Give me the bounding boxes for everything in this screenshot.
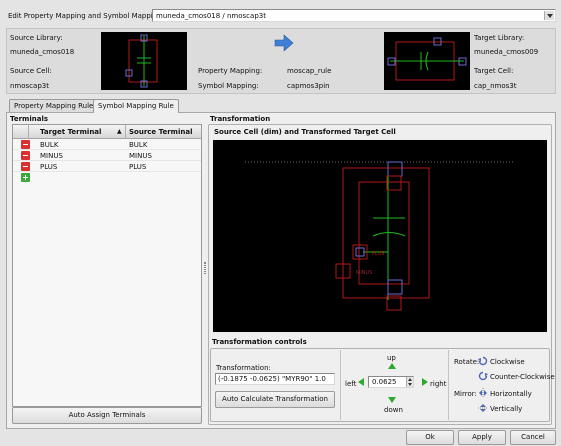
target-terminal-cell[interactable]: BULK <box>40 141 58 149</box>
auto-calculate-transformation-button[interactable]: Auto Calculate Transformation <box>215 391 335 408</box>
col-target-terminal[interactable]: Target Terminal <box>40 128 101 136</box>
mapping-selector-combo[interactable]: muneda_cmos018 / nmoscap3t <box>152 9 556 22</box>
source-cell-outline <box>128 39 158 83</box>
table-row[interactable]: PLUS PLUS <box>13 161 201 172</box>
target-library-label: Target Library: <box>474 34 525 42</box>
terminals-title: Terminals <box>10 115 49 123</box>
mirror-vertically-button[interactable]: Vertically <box>490 405 522 413</box>
source-cell-label: Source Cell: <box>10 67 52 75</box>
mirror-label: Mirror: <box>454 390 477 398</box>
mapping-selector-value: muneda_cmos018 / nmoscap3t <box>156 12 266 20</box>
source-library-label: Source Library: <box>10 34 63 42</box>
source-terminal-cell[interactable]: BULK <box>129 141 147 149</box>
capacitor-plate-bottom <box>372 232 406 237</box>
remove-row-icon[interactable] <box>21 140 30 149</box>
move-right-icon[interactable] <box>422 378 428 386</box>
chevron-down-icon <box>547 14 553 18</box>
mirror-horizontally-button[interactable]: Horizontally <box>490 390 532 398</box>
mirror-vertical-icon[interactable] <box>478 403 488 413</box>
source-terminal-cell[interactable]: PLUS <box>129 163 146 171</box>
up-label: up <box>387 354 396 362</box>
header-corner <box>13 125 29 139</box>
rotate-clockwise-icon[interactable] <box>478 356 488 366</box>
source-pin-top <box>386 175 402 191</box>
move-up-icon[interactable] <box>388 363 396 369</box>
source-cell-value: nmoscap3t <box>10 82 49 90</box>
transformation-field[interactable]: (-0.1875 -0.0625) "MYR90" 1.0 <box>215 373 335 385</box>
right-label: right <box>430 380 447 388</box>
table-row[interactable]: MINUS MINUS <box>13 150 201 161</box>
left-label: left <box>345 380 357 388</box>
down-label: down <box>384 406 403 414</box>
source-symbol-preview <box>101 32 187 90</box>
symbol-mapping-label: Symbol Mapping: <box>198 82 259 90</box>
step-value: 0.0625 <box>372 378 397 386</box>
mapping-selector-label: Edit Property Mapping and Symbol Mapping… <box>8 12 176 20</box>
minus-pin-label: MINUS <box>356 270 372 276</box>
property-mapping-value: moscap_rule <box>287 67 332 75</box>
source-library-value: muneda_cmos018 <box>10 48 75 56</box>
spin-up-icon[interactable] <box>408 378 412 381</box>
target-cell-value: cap_nmos3t <box>474 82 517 90</box>
target-terminal-cell[interactable]: PLUS <box>40 163 57 171</box>
pin-plus-inner <box>355 247 365 257</box>
symbol-mapping-value: capmos3pin <box>287 82 330 90</box>
controls-divider <box>340 350 341 420</box>
transformation-view-title: Source Cell (dim) and Transformed Target… <box>214 128 396 136</box>
target-pin-top <box>387 161 403 177</box>
target-pin-bottom <box>387 279 403 295</box>
dropdown-button[interactable] <box>544 11 554 20</box>
transformation-canvas[interactable]: PLUS MINUS <box>213 140 547 332</box>
target-terminal-cell[interactable]: MINUS <box>40 152 63 160</box>
spin-buttons[interactable] <box>406 377 413 387</box>
transformation-title: Transformation <box>210 115 271 123</box>
controls-divider <box>448 350 449 420</box>
sort-ascending-icon: ▲ <box>117 128 122 135</box>
property-mapping-label: Property Mapping: <box>198 67 263 75</box>
rotate-counter-clockwise-icon[interactable] <box>478 371 488 381</box>
rotate-clockwise-button[interactable]: Clockwise <box>490 358 525 366</box>
step-spinbox[interactable]: 0.0625 <box>368 376 414 388</box>
source-terminal-cell[interactable]: MINUS <box>129 152 152 160</box>
tab-property-mapping-rule[interactable]: Property Mapping Rule <box>9 99 99 112</box>
spin-down-icon[interactable] <box>408 383 412 386</box>
transformation-value: (-0.1875 -0.0625) "MYR90" 1.0 <box>218 375 326 383</box>
splitter-handle[interactable] <box>204 262 206 274</box>
target-cell-label: Target Cell: <box>474 67 514 75</box>
tab-symbol-mapping-rule[interactable]: Symbol Mapping Rule <box>93 99 179 113</box>
move-down-icon[interactable] <box>388 397 396 403</box>
remove-row-icon[interactable] <box>21 151 30 160</box>
mirror-horizontal-icon[interactable] <box>478 388 488 398</box>
col-source-terminal[interactable]: Source Terminal <box>129 128 192 136</box>
ok-button[interactable]: Ok <box>406 430 454 445</box>
transformation-controls-title: Transformation controls <box>212 338 307 346</box>
header-divider <box>125 125 126 139</box>
plus-pin-label: PLUS <box>372 251 384 257</box>
rotate-counter-clockwise-button[interactable]: Counter-Clockwise <box>490 373 555 381</box>
transformation-field-label: Transformation: <box>216 364 271 372</box>
terminals-table[interactable]: Target Terminal ▲ Source Terminal BULK B… <box>12 124 202 407</box>
target-library-value: muneda_cmos009 <box>474 48 539 56</box>
cancel-button[interactable]: Cancel <box>510 430 556 445</box>
table-row-add[interactable] <box>13 172 201 183</box>
rotate-label: Rotate: <box>454 358 480 366</box>
auto-assign-terminals-button[interactable]: Auto Assign Terminals <box>12 407 202 424</box>
target-symbol-preview <box>384 32 470 90</box>
add-row-icon[interactable] <box>21 173 30 182</box>
mapping-arrow-icon <box>274 34 294 52</box>
apply-button[interactable]: Apply <box>458 430 506 445</box>
table-row[interactable]: BULK BULK <box>13 139 201 150</box>
remove-row-icon[interactable] <box>21 162 30 171</box>
move-left-icon[interactable] <box>358 378 364 386</box>
